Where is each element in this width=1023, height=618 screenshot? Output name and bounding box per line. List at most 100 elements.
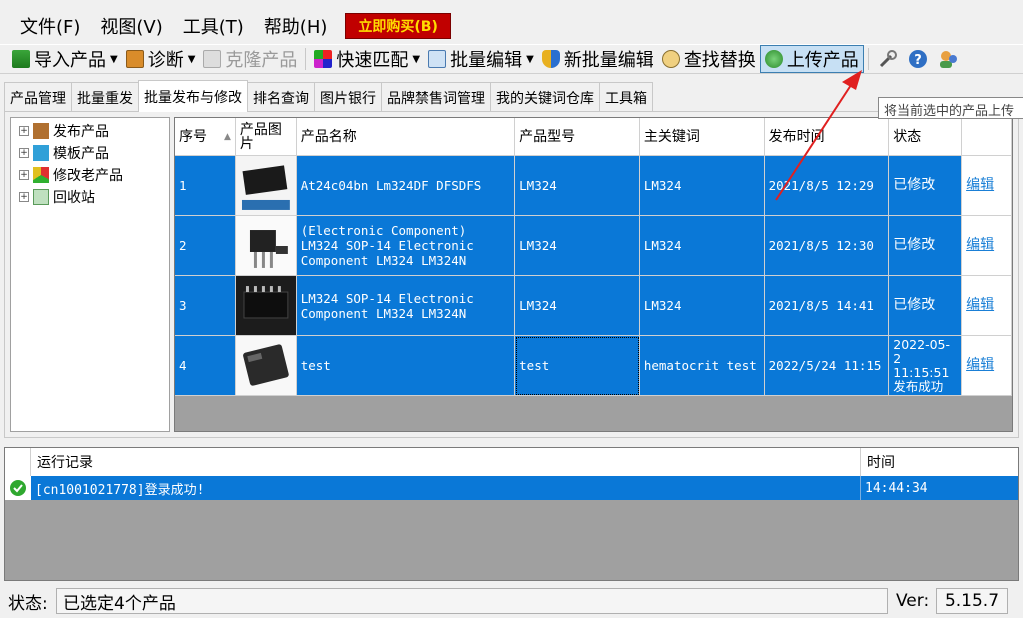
dropdown-arrow-icon[interactable]: ▼	[188, 54, 196, 65]
cell-publish-time: 2021/8/5 14:41	[764, 276, 890, 336]
log-row[interactable]: [cn1001021778]登录成功! 14:44:34	[5, 476, 1018, 500]
clone-label: 克隆产品	[225, 50, 298, 71]
expand-icon[interactable]: +	[19, 192, 29, 202]
status-label: 状态:	[8, 593, 48, 614]
status-value: 已选定4个产品	[56, 588, 888, 614]
bulk-edit-button[interactable]: 批量编辑 ▼	[424, 45, 538, 73]
download-icon	[12, 50, 30, 68]
tree-item-label: 回收站	[53, 190, 95, 206]
tab-bulk-publish-modify[interactable]: 批量发布与修改	[138, 80, 248, 112]
log-message: [cn1001021778]登录成功!	[31, 476, 861, 500]
cell-publish-time: 2022/5/24 11:15	[764, 336, 890, 396]
find-replace-label: 查找替换	[683, 50, 756, 71]
find-replace-button[interactable]: 查找替换	[658, 45, 760, 73]
expand-icon[interactable]: +	[19, 148, 29, 158]
header-number[interactable]: 序号 ▲	[175, 118, 236, 156]
tab-product-management[interactable]: 产品管理	[4, 82, 72, 112]
header-model[interactable]: 产品型号	[515, 118, 640, 156]
buy-now-button[interactable]: 立即购买(B)	[345, 13, 451, 39]
tab-image-bank[interactable]: 图片银行	[314, 82, 382, 112]
user-icon[interactable]	[936, 47, 960, 71]
grid-icon	[314, 50, 333, 68]
upload-label: 上传产品	[786, 50, 859, 71]
cell-status: 已修改	[889, 156, 963, 216]
quick-match-button[interactable]: 快速匹配 ▼	[310, 45, 424, 73]
cell-status: 已修改	[889, 216, 963, 276]
cell-keyword: LM324	[639, 276, 765, 336]
import-product-button[interactable]: 导入产品 ▼	[8, 45, 122, 73]
table-row[interactable]: 1 At24c04bn Lm324DF DFSDFS LM324 LM324 2…	[175, 156, 1012, 216]
tree-item-modify-old-product[interactable]: + 修改老产品	[11, 164, 169, 186]
upload-product-button[interactable]: 上传产品	[759, 45, 864, 73]
tree-item-recycle-bin[interactable]: + 回收站	[11, 186, 169, 208]
run-log-panel: 运行记录 时间 [cn1001021778]登录成功! 14:44:34	[4, 447, 1019, 581]
tab-ranking-query[interactable]: 排名查询	[247, 82, 315, 112]
new-bulk-edit-button[interactable]: 新批量编辑	[538, 45, 658, 73]
log-header-time[interactable]: 时间	[861, 448, 1018, 476]
tree-item-publish-product[interactable]: + 发布产品	[11, 120, 169, 142]
bulk-edit-label: 批量编辑	[450, 50, 523, 71]
sort-ascending-icon: ▲	[223, 131, 231, 142]
grid-header: 序号 ▲ 产品图片 产品名称 产品型号 主关键词 发布时间 状态	[175, 118, 1012, 156]
title-strip	[0, 0, 1023, 8]
edit-link[interactable]: 编辑	[962, 216, 1012, 276]
dropdown-arrow-icon[interactable]: ▼	[110, 54, 118, 65]
tab-toolbox[interactable]: 工具箱	[599, 82, 653, 112]
status-bar: 状态: 已选定4个产品 Ver: 5.15.7	[0, 586, 1023, 616]
clipboard-icon	[125, 50, 144, 68]
dropdown-arrow-icon[interactable]: ▼	[412, 54, 420, 65]
toolbar-separator	[867, 48, 869, 70]
dropdown-arrow-icon[interactable]: ▼	[526, 54, 534, 65]
table-row[interactable]: 3 LM324 SOP-14 Electronic Component LM32…	[175, 276, 1012, 336]
tab-brand-banned-words[interactable]: 品牌禁售词管理	[381, 82, 491, 112]
log-time: 14:44:34	[861, 476, 1018, 500]
version-label: Ver:	[896, 591, 930, 611]
tree-item-label: 修改老产品	[53, 168, 123, 184]
tree-item-label: 发布产品	[53, 124, 109, 140]
new-bulk-edit-label: 新批量编辑	[563, 50, 654, 71]
menu-view[interactable]: 视图(V)	[90, 12, 172, 40]
log-header-blank	[5, 448, 31, 476]
edit-link[interactable]: 编辑	[962, 276, 1012, 336]
tools-icon[interactable]	[876, 47, 900, 71]
clone-product-button[interactable]: 克隆产品	[199, 45, 301, 73]
product-thumbnail	[235, 156, 297, 216]
box-icon	[33, 123, 49, 139]
success-check-icon	[5, 476, 31, 500]
help-icon[interactable]: ?	[906, 47, 930, 71]
version-value: 5.15.7	[936, 588, 1008, 614]
svg-text:?: ?	[914, 53, 922, 68]
header-name[interactable]: 产品名称	[296, 118, 516, 156]
menu-file[interactable]: 文件(F)	[10, 12, 90, 40]
document-icon	[203, 50, 222, 68]
quick-match-label: 快速匹配	[336, 50, 409, 71]
expand-icon[interactable]: +	[19, 170, 29, 180]
diagnose-label: 诊断	[147, 50, 184, 71]
tree-item-label: 模板产品	[53, 146, 109, 162]
product-thumbnail	[235, 276, 297, 336]
header-image[interactable]: 产品图片	[235, 118, 297, 156]
toolbar-separator	[305, 48, 307, 70]
tab-bulk-repost[interactable]: 批量重发	[71, 82, 139, 112]
cell-publish-time: 2021/8/5 12:30	[764, 216, 890, 276]
edit-link[interactable]: 编辑	[962, 156, 1012, 216]
diagnose-button[interactable]: 诊断 ▼	[122, 45, 200, 73]
menu-help[interactable]: 帮助(H)	[254, 12, 338, 40]
header-status[interactable]: 状态	[889, 118, 963, 156]
tree-item-template-product[interactable]: + 模板产品	[11, 142, 169, 164]
shield-icon	[541, 50, 560, 68]
tab-keyword-repository[interactable]: 我的关键词仓库	[490, 82, 600, 112]
tab-strip: 产品管理 批量重发 批量发布与修改 排名查询 图片银行 品牌禁售词管理 我的关键…	[4, 80, 653, 112]
log-header-record[interactable]: 运行记录	[31, 448, 861, 476]
expand-icon[interactable]: +	[19, 126, 29, 136]
cell-number: 2	[175, 216, 236, 276]
puzzle-icon	[33, 145, 49, 161]
table-row[interactable]: 2 (Electronic Component) LM324 SOP-14 El…	[175, 216, 1012, 276]
header-keyword[interactable]: 主关键词	[639, 118, 765, 156]
edit-link[interactable]: 编辑	[962, 336, 1012, 396]
menu-tools[interactable]: 工具(T)	[173, 12, 254, 40]
table-row[interactable]: 4 test test hematocrit test 2022/5/24 11…	[175, 336, 1012, 396]
cell-model: test	[515, 336, 640, 396]
header-publish-time[interactable]: 发布时间	[764, 118, 890, 156]
cell-keyword: LM324	[639, 156, 765, 216]
